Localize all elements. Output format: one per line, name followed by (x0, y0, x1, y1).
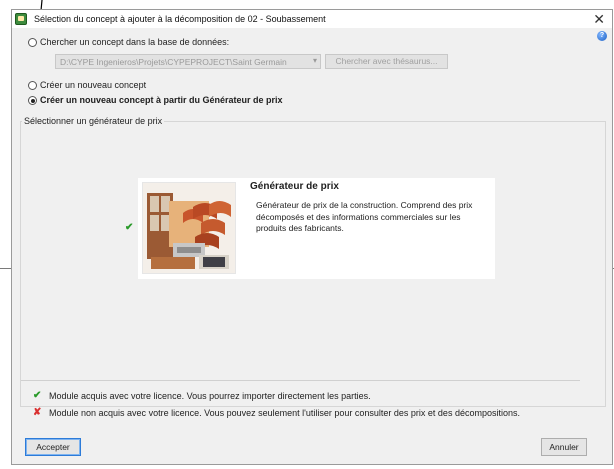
database-path-value: D:\CYPE Ingenieros\Projets\CYPEPROJECT\S… (60, 57, 287, 67)
generator-card-title: Générateur de prix (250, 181, 339, 192)
cancel-button[interactable]: Annuler (541, 438, 587, 456)
unlicensed-legend-text: Module non acquis avec votre licence. Vo… (49, 408, 520, 418)
search-database-label: Chercher un concept dans la base de donn… (40, 37, 230, 47)
close-icon[interactable]: ✕ (593, 11, 605, 28)
accept-button[interactable]: Accepter (25, 438, 81, 456)
licensed-check-icon: ✔ (33, 390, 42, 401)
help-icon[interactable]: ? (597, 31, 607, 41)
unlicensed-cross-icon: ✘ (33, 407, 42, 418)
new-concept-label: Créer un nouveau concept (40, 80, 147, 90)
generator-card-description: Générateur de prix de la construction. C… (256, 200, 473, 233)
legend-separator (21, 380, 580, 381)
radio-search-database[interactable] (28, 38, 37, 47)
background-divider-left (0, 268, 11, 269)
radio-new-concept[interactable] (28, 81, 37, 90)
generator-licensed-check-icon: ✔ (125, 222, 134, 233)
title-bar: Sélection du concept à ajouter à la déco… (12, 10, 612, 28)
app-icon (15, 13, 27, 25)
thesaurus-search-button[interactable]: Chercher avec thésaurus... (325, 54, 448, 69)
licensed-legend-text: Module acquis avec votre licence. Vous p… (49, 391, 371, 401)
concept-selection-dialog: Sélection du concept à ajouter à la déco… (11, 9, 613, 465)
generator-group-label: Sélectionner un générateur de prix (22, 116, 165, 126)
chevron-down-icon: ▾ (312, 56, 317, 65)
database-path-combo[interactable]: D:\CYPE Ingenieros\Projets\CYPEPROJECT\S… (55, 54, 321, 69)
dialog-title: Sélection du concept à ajouter à la déco… (34, 14, 326, 24)
new-from-generator-label: Créer un nouveau concept à partir du Gén… (40, 95, 283, 105)
generator-product-image (142, 182, 236, 274)
radio-new-from-generator[interactable] (28, 96, 37, 105)
generator-card[interactable]: Générateur de prix Générateur de prix de… (138, 178, 495, 279)
